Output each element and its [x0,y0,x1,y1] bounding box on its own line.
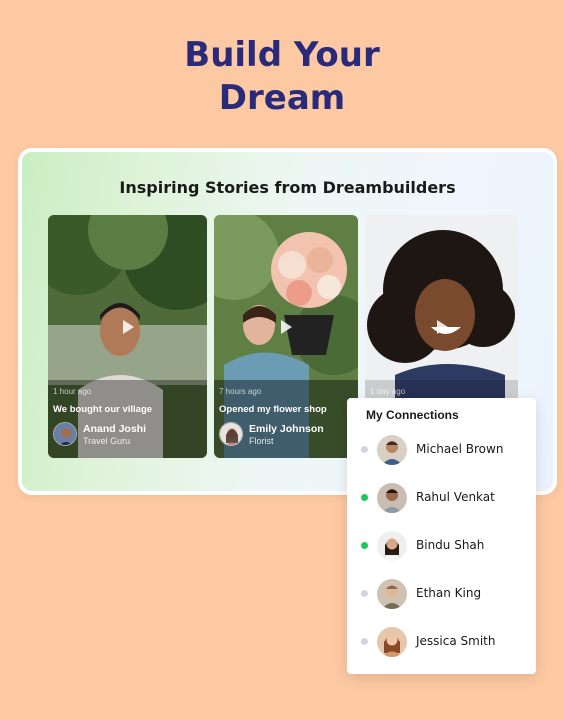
author-avatar [219,422,243,446]
connection-name: Bindu Shah [416,538,485,552]
story-photo [214,215,358,458]
story-time: 1 hour ago [53,387,92,396]
author-role: Travel Guru [83,436,131,446]
connection-name: Jessica Smith [416,634,496,648]
story-photo [48,215,207,458]
connections-panel: My Connections Michael Brown Rahul Venka… [347,398,536,674]
connection-jessica-smith[interactable]: Jessica Smith [347,625,536,659]
connections-title: My Connections [366,408,459,422]
connection-rahul-venkat[interactable]: Rahul Venkat [347,481,536,515]
connection-name: Ethan King [416,586,482,600]
online-status-dot [361,542,368,549]
play-icon[interactable] [122,319,134,334]
play-icon[interactable] [281,319,292,334]
offline-status-dot [361,590,368,597]
story-headline: We bought our village [53,404,153,415]
offline-status-dot [361,638,368,645]
avatar [377,531,407,561]
avatar [377,627,407,657]
story-card-emily-johnson[interactable]: 7 hours ago Opened my flower shop Emily … [214,215,358,458]
offline-status-dot [361,446,368,453]
hero-title: Build Your Dream [0,34,564,120]
avatar [377,579,407,609]
connection-bindu-shah[interactable]: Bindu Shah [347,529,536,563]
connection-name: Rahul Venkat [416,490,495,504]
hero-title-line-2: Dream [218,78,346,118]
story-time: 1 day ago [370,387,406,396]
author-avatar [53,422,77,446]
connection-ethan-king[interactable]: Ethan King [347,577,536,611]
play-icon[interactable] [436,319,448,334]
story-headline: Opened my flower shop [219,404,327,415]
connection-name: Michael Brown [416,442,504,456]
story-card-anand-joshi[interactable]: 1 hour ago We bought our village Anand J… [48,215,207,458]
hero-title-line-1: Build Your [184,35,380,75]
author-name: Emily Johnson [249,423,324,435]
avatar [377,483,407,513]
avatar [377,435,407,465]
online-status-dot [361,494,368,501]
story-time: 7 hours ago [219,387,262,396]
connection-michael-brown[interactable]: Michael Brown [347,433,536,467]
stories-title: Inspiring Stories from Dreambuilders [119,178,456,197]
author-name: Anand Joshi [83,423,147,435]
author-role: Florist [249,436,274,446]
